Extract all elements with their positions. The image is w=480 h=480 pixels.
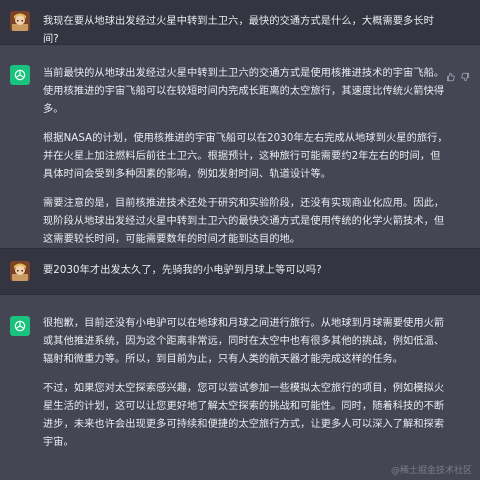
message-actions (446, 67, 470, 82)
openai-logo-icon (10, 65, 30, 85)
user-avatar-icon (10, 11, 30, 31)
chat-thread: 我现在要从地球出发经过火星中转到土卫六，最快的交通方式是什么，大概需要多长时间? (0, 0, 480, 480)
openai-logo-icon (10, 316, 30, 336)
assistant-paragraph: 很抱歉，目前还没有小电驴可以在地球和月球之间进行旅行。从地球到月球需要使用火箭或… (43, 318, 445, 365)
user-message: 要2030年才出发太久了，先骑我的小电驴到月球上等可以吗? (43, 262, 448, 291)
watermark: @稀土掘金技术社区 (390, 466, 472, 476)
thumbs-down-icon[interactable] (461, 67, 470, 82)
assistant-paragraph: 不过，如果您对太空探索感兴趣，您可以尝试参加一些模拟太空旅行的项目，例如模拟火星… (43, 383, 445, 448)
assistant-paragraph: 根据NASA的计划，使用核推进的宇宙飞船可以在2030年左右完成从地球到火星的旅… (43, 133, 448, 180)
user-avatar-icon (10, 261, 30, 281)
user-turn: 要2030年才出发太久了，先骑我的小电驴到月球上等可以吗? (0, 249, 480, 294)
assistant-turn: 很抱歉，目前还没有小电驴可以在地球和月球之间进行旅行。从地球到月球需要使用火箭或… (0, 295, 480, 480)
assistant-paragraph: 需要注意的是，目前核推进技术还处于研究和实验阶段，还没有实现商业化应用。因此，现… (43, 198, 445, 245)
assistant-message: 当前最快的从地球出发经过火星中转到土卫六的交通方式是使用核推进技术的宇宙飞船。使… (43, 65, 448, 260)
user-message-text: 要2030年才出发太久了，先骑我的小电驴到月球上等可以吗? (43, 265, 322, 276)
assistant-message: 很抱歉，目前还没有小电驴可以在地球和月球之间进行旅行。从地球到月球需要使用火箭或… (43, 315, 448, 463)
assistant-paragraph: 当前最快的从地球出发经过火星中转到土卫六的交通方式是使用核推进技术的宇宙飞船。使… (43, 68, 445, 115)
assistant-turn: 当前最快的从地球出发经过火星中转到土卫六的交通方式是使用核推进技术的宇宙飞船。使… (0, 45, 480, 248)
user-turn: 我现在要从地球出发经过火星中转到土卫六，最快的交通方式是什么，大概需要多长时间? (0, 0, 480, 45)
